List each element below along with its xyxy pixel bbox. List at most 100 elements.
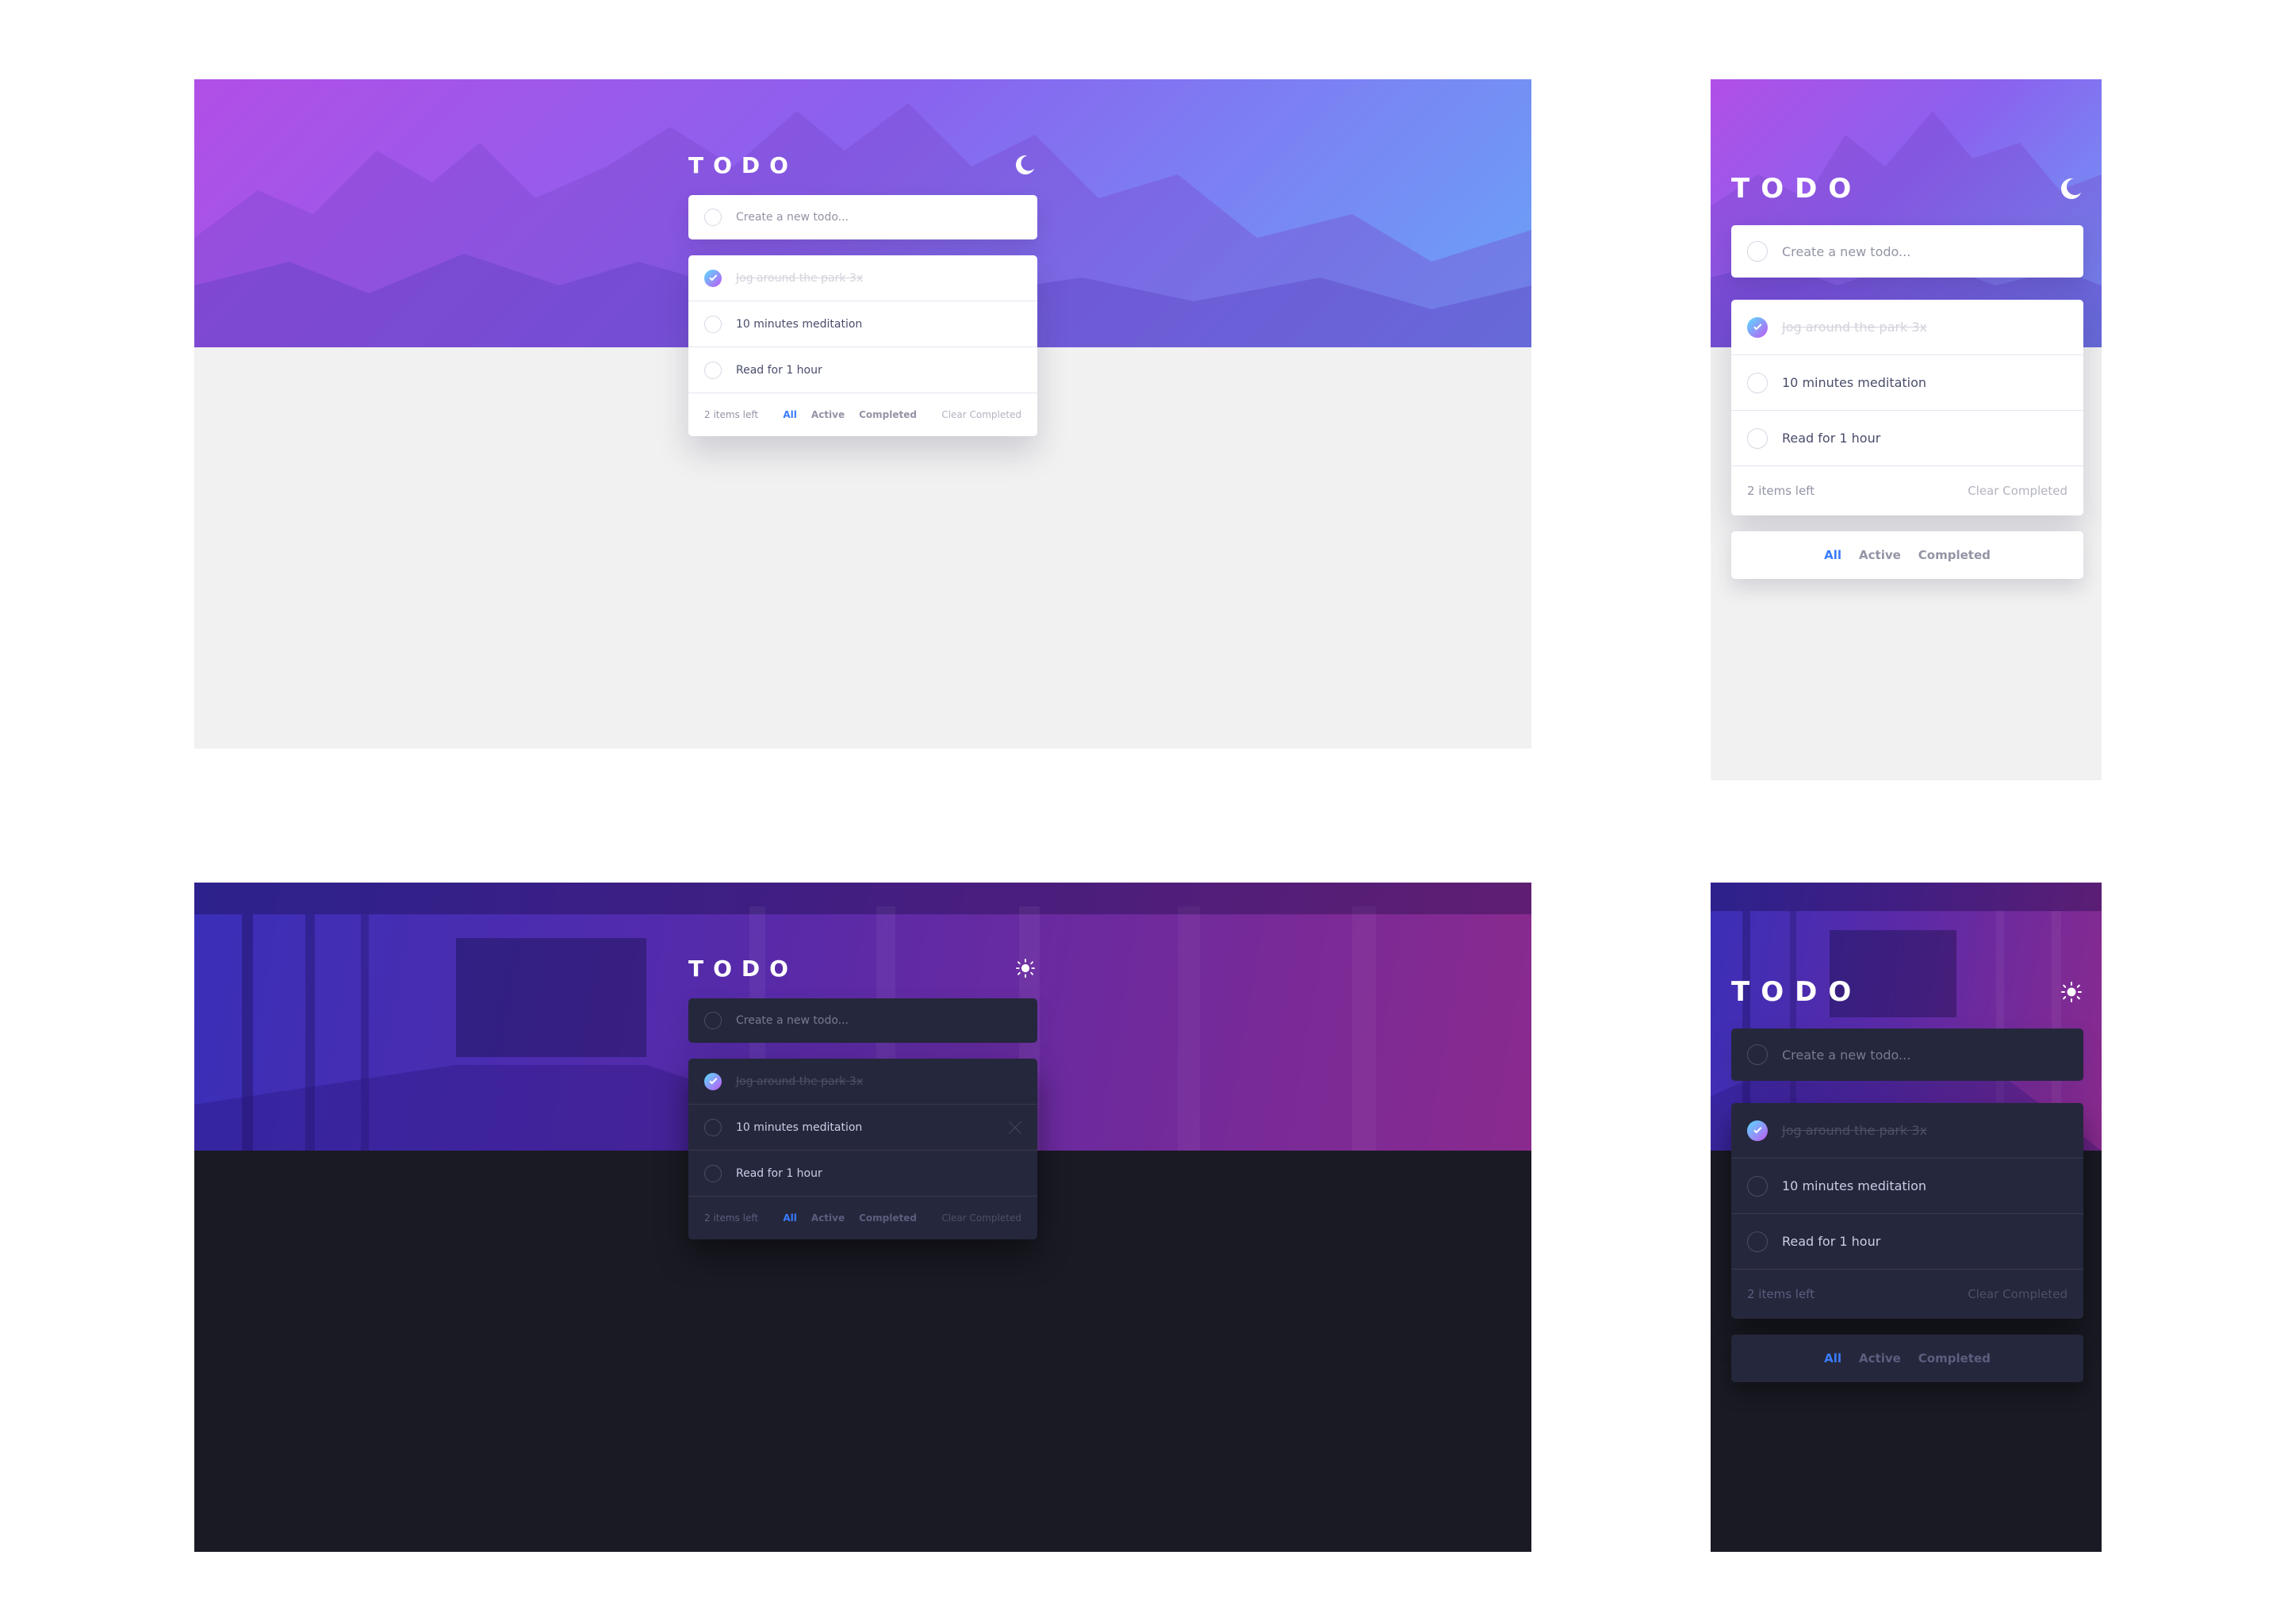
- todo-footer: 2 items left All Active Completed Clear …: [688, 1197, 1037, 1239]
- app-header: TODO: [1731, 173, 2083, 205]
- todo-list: Jog around the park 3x 10 minutes medita…: [688, 255, 1037, 436]
- todo-item[interactable]: Jog around the park 3x: [688, 255, 1037, 301]
- todo-text: 10 minutes meditation: [736, 317, 863, 331]
- todo-app: TODO Jog around the park 3x 10 minutes m…: [688, 954, 1037, 1239]
- todo-checkbox[interactable]: [1747, 1120, 1768, 1141]
- todo-item[interactable]: 10 minutes meditation: [688, 301, 1037, 347]
- todo-text: Read for 1 hour: [736, 1166, 822, 1180]
- filter-active[interactable]: Active: [1859, 1351, 1901, 1365]
- todo-checkbox[interactable]: [704, 1072, 722, 1090]
- new-todo-circle[interactable]: [1747, 241, 1768, 262]
- todo-text: Jog around the park 3x: [736, 271, 864, 285]
- clear-completed-button[interactable]: Clear Completed: [1968, 484, 2067, 498]
- check-icon: [708, 1078, 717, 1085]
- app-title: TODO: [1731, 173, 1863, 205]
- todo-item[interactable]: 10 minutes meditation: [688, 1105, 1037, 1151]
- app-title: TODO: [688, 151, 798, 178]
- filter-all[interactable]: All: [1824, 548, 1841, 562]
- desktop-light-frame: TODO Jog around the park 3x 10 minutes m…: [194, 79, 1531, 749]
- items-left-count: 2 items left: [1747, 484, 1815, 498]
- todo-checkbox[interactable]: [704, 315, 722, 333]
- desktop-dark-frame: TODO Jog around the park 3x 10 minutes m…: [194, 883, 1531, 1552]
- todo-item[interactable]: Jog around the park 3x: [1731, 300, 2083, 355]
- clear-completed-button[interactable]: Clear Completed: [1968, 1287, 2067, 1301]
- clear-completed-button[interactable]: Clear Completed: [941, 1212, 1021, 1224]
- items-left-count: 2 items left: [704, 409, 759, 420]
- todo-text: 10 minutes meditation: [1782, 1178, 1927, 1193]
- todo-text: Read for 1 hour: [1782, 1234, 1881, 1249]
- new-todo-circle[interactable]: [1747, 1044, 1768, 1065]
- todo-item[interactable]: Read for 1 hour: [1731, 411, 2083, 466]
- filter-group: All Active Completed: [783, 409, 917, 420]
- filter-completed[interactable]: Completed: [1918, 548, 1991, 562]
- clear-completed-button[interactable]: Clear Completed: [941, 409, 1021, 420]
- new-todo-field[interactable]: [688, 998, 1037, 1043]
- filter-completed[interactable]: Completed: [859, 1212, 917, 1224]
- new-todo-field[interactable]: [688, 195, 1037, 239]
- todo-item[interactable]: 10 minutes meditation: [1731, 355, 2083, 411]
- new-todo-field[interactable]: [1731, 225, 2083, 278]
- new-todo-input[interactable]: [1782, 1047, 2067, 1063]
- todo-text: 10 minutes meditation: [1782, 375, 1927, 390]
- todo-footer: 2 items left All Active Completed Clear …: [688, 393, 1037, 436]
- filter-active[interactable]: Active: [811, 409, 845, 420]
- todo-checkbox[interactable]: [1747, 427, 1768, 449]
- items-left-count: 2 items left: [704, 1212, 759, 1224]
- app-header: TODO: [688, 151, 1037, 179]
- todo-app: TODO Jog around the park 3x 10 minutes m…: [688, 151, 1037, 436]
- new-todo-circle[interactable]: [704, 1012, 722, 1029]
- app-header: TODO: [1731, 976, 2083, 1008]
- todo-text: Jog around the park 3x: [736, 1074, 864, 1088]
- new-todo-input[interactable]: [736, 1014, 1021, 1027]
- mobile-dark-frame: TODO Jog around the park 3x 10 minutes m…: [1711, 883, 2102, 1552]
- todo-checkbox[interactable]: [704, 1118, 722, 1136]
- todo-item[interactable]: Read for 1 hour: [688, 1151, 1037, 1197]
- filter-group: All Active Completed: [1731, 531, 2083, 579]
- filter-all[interactable]: All: [783, 409, 797, 420]
- filter-completed[interactable]: Completed: [1918, 1351, 1991, 1365]
- todo-list: Jog around the park 3x 10 minutes medita…: [688, 1059, 1037, 1239]
- todo-text: 10 minutes meditation: [736, 1120, 863, 1134]
- todo-footer: 2 items left Clear Completed: [1731, 466, 2083, 515]
- app-title: TODO: [688, 955, 798, 982]
- todo-checkbox[interactable]: [704, 361, 722, 379]
- todo-checkbox[interactable]: [1747, 316, 1768, 338]
- todo-checkbox[interactable]: [1747, 1175, 1768, 1197]
- filter-completed[interactable]: Completed: [859, 409, 917, 420]
- todo-text: Read for 1 hour: [1782, 431, 1881, 446]
- cross-icon[interactable]: [1009, 1120, 1021, 1134]
- filter-active[interactable]: Active: [1859, 548, 1901, 562]
- todo-item[interactable]: Jog around the park 3x: [1731, 1103, 2083, 1159]
- todo-footer: 2 items left Clear Completed: [1731, 1270, 2083, 1319]
- new-todo-input[interactable]: [736, 211, 1021, 224]
- todo-item[interactable]: 10 minutes meditation: [1731, 1159, 2083, 1214]
- todo-text: Jog around the park 3x: [1782, 1123, 1927, 1138]
- todo-checkbox[interactable]: [704, 269, 722, 287]
- new-todo-field[interactable]: [1731, 1028, 2083, 1081]
- app-title: TODO: [1731, 976, 1863, 1008]
- todo-checkbox[interactable]: [1747, 372, 1768, 393]
- check-icon: [1753, 324, 1761, 331]
- todo-item[interactable]: Read for 1 hour: [688, 347, 1037, 393]
- new-todo-input[interactable]: [1782, 243, 2067, 259]
- todo-app: TODO Jog around the park 3x 10 minutes m…: [1731, 173, 2083, 579]
- todo-item[interactable]: Read for 1 hour: [1731, 1214, 2083, 1270]
- moon-icon[interactable]: [1014, 153, 1037, 177]
- check-icon: [708, 274, 717, 282]
- filter-all[interactable]: All: [783, 1212, 797, 1224]
- sun-icon[interactable]: [1014, 956, 1037, 980]
- filter-all[interactable]: All: [1824, 1351, 1841, 1365]
- moon-icon[interactable]: [2060, 177, 2083, 201]
- todo-checkbox[interactable]: [704, 1164, 722, 1182]
- todo-checkbox[interactable]: [1747, 1231, 1768, 1252]
- mobile-light-frame: TODO Jog around the park 3x 10 minutes m…: [1711, 79, 2102, 780]
- filter-active[interactable]: Active: [811, 1212, 845, 1224]
- sun-icon[interactable]: [2060, 980, 2083, 1004]
- todo-item[interactable]: Jog around the park 3x: [688, 1059, 1037, 1105]
- app-header: TODO: [688, 954, 1037, 982]
- todo-list: Jog around the park 3x 10 minutes medita…: [1731, 300, 2083, 515]
- todo-text: Jog around the park 3x: [1782, 320, 1927, 335]
- check-icon: [1753, 1127, 1761, 1134]
- new-todo-circle[interactable]: [704, 209, 722, 226]
- todo-text: Read for 1 hour: [736, 363, 822, 377]
